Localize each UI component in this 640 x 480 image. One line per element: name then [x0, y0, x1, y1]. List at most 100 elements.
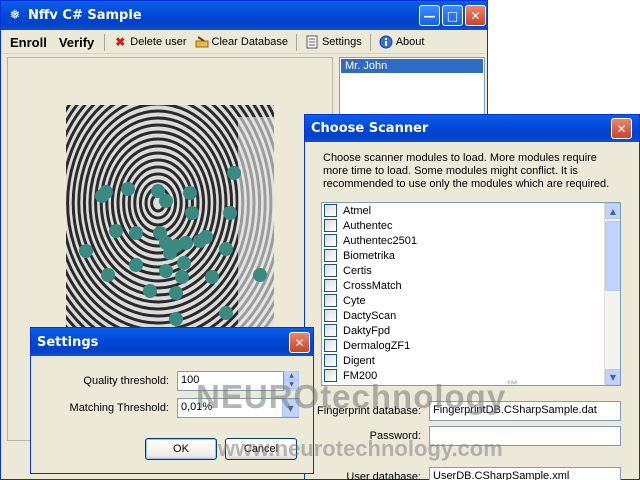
minutia-marker [219, 306, 233, 320]
minutia-marker [159, 194, 173, 208]
module-checkbox[interactable] [324, 264, 337, 277]
watermark-logo: NEUROtechnology™ [196, 378, 519, 416]
minutia-marker [121, 182, 135, 196]
scanner-module-item[interactable]: Cyte [322, 293, 620, 308]
module-label: Authentec [343, 219, 393, 232]
main-title: Nffv C# Sample [28, 8, 142, 23]
minutia-marker [199, 230, 213, 244]
toolbar-separator [104, 33, 106, 51]
module-checkbox[interactable] [324, 354, 337, 367]
module-checkbox[interactable] [324, 249, 337, 262]
minimize-button[interactable]: — [419, 5, 440, 26]
scanner-module-item[interactable]: Biometrika [322, 248, 620, 263]
scanner-description: Choose scanner modules to load. More mod… [323, 152, 610, 190]
module-checkbox[interactable] [324, 294, 337, 307]
about-button[interactable]: About [375, 35, 429, 49]
scroll-down-icon[interactable]: ▼ [605, 369, 620, 385]
minutia-marker [175, 270, 189, 284]
scanner-module-item[interactable]: DactyScan [322, 308, 620, 323]
verify-button[interactable]: Verify [53, 35, 100, 50]
delete-user-button[interactable]: ✖ Delete user [109, 35, 190, 49]
watermark-brand-a: NEURO [196, 378, 321, 415]
scanner-module-item[interactable]: Digent [322, 353, 620, 368]
user-db-input[interactable]: UserDB.CSharpSample.xml [429, 467, 621, 480]
about-label: About [395, 36, 425, 48]
matching-threshold-label: Matching Threshold: [69, 402, 169, 414]
minutia-marker [101, 268, 115, 282]
quality-threshold-label: Quality threshold: [83, 375, 169, 387]
main-titlebar[interactable]: ❅ Nffv C# Sample — □ ✕ [1, 1, 487, 30]
module-list-scrollbar[interactable]: ▲ ▼ [604, 203, 620, 385]
user-db-label: User database: [346, 471, 421, 480]
scroll-thumb[interactable] [605, 221, 620, 291]
scanner-module-item[interactable]: DermalogZF1 [322, 338, 620, 353]
choose-scanner-dialog: Choose Scanner ✕ Choose scanner modules … [304, 114, 640, 480]
settings-list-icon [305, 35, 319, 49]
minutia-marker [109, 224, 123, 238]
clear-database-button[interactable]: Clear Database [191, 35, 292, 49]
module-label: Biometrika [343, 249, 395, 262]
module-label: DaktyFpd [343, 324, 391, 337]
settings-label: Settings [321, 36, 362, 48]
module-checkbox[interactable] [324, 234, 337, 247]
scanner-module-item[interactable]: CrossMatch [322, 278, 620, 293]
minutia-marker [129, 226, 143, 240]
module-checkbox[interactable] [324, 339, 337, 352]
scroll-up-icon[interactable]: ▲ [605, 203, 620, 219]
minutia-marker [185, 206, 199, 220]
module-label: Certis [343, 264, 372, 277]
delete-icon: ✖ [115, 35, 126, 49]
scanner-module-item[interactable]: Authentec [322, 218, 620, 233]
settings-button[interactable]: Settings [301, 35, 366, 49]
minutia-marker [223, 206, 237, 220]
scanner-module-item[interactable]: DaktyFpd [322, 323, 620, 338]
module-checkbox[interactable] [324, 204, 337, 217]
module-checkbox[interactable] [324, 309, 337, 322]
toolbar-separator [369, 33, 371, 51]
minutia-marker [159, 264, 173, 278]
scanner-module-item[interactable]: Certis [322, 263, 620, 278]
broom-icon [195, 35, 209, 49]
scanner-titlebar[interactable]: Choose Scanner ✕ [305, 115, 639, 142]
user-list[interactable]: Mr. John [339, 57, 485, 117]
scanner-close-button[interactable]: ✕ [611, 118, 632, 139]
minutia-marker [79, 244, 93, 258]
module-label: DermalogZF1 [343, 339, 411, 352]
minutia-marker [227, 166, 241, 180]
maximize-button[interactable]: □ [442, 5, 463, 26]
user-list-item[interactable]: Mr. John [341, 59, 483, 73]
module-checkbox[interactable] [324, 324, 337, 337]
info-icon [379, 35, 393, 49]
watermark-trademark: ™ [506, 378, 520, 392]
minutia-marker [183, 186, 197, 200]
minutia-marker [163, 246, 177, 260]
minutia-marker [253, 268, 267, 282]
module-checkbox[interactable] [324, 279, 337, 292]
scanner-module-item[interactable]: Authentec2501 [322, 233, 620, 248]
toolbar-separator [295, 33, 297, 51]
enroll-button[interactable]: Enroll [4, 35, 53, 50]
minutia-marker [219, 242, 233, 256]
fingerprint-image [66, 105, 274, 337]
minutia-marker [169, 312, 183, 326]
minutia-marker [179, 236, 193, 250]
settings-titlebar[interactable]: Settings ✕ [31, 328, 313, 356]
scanner-module-list[interactable]: Atmel Authentec Authentec2501 Biometrika Cer… [321, 202, 621, 386]
clear-database-label: Clear Database [211, 36, 288, 48]
minutia-marker [129, 258, 143, 272]
module-checkbox[interactable] [324, 219, 337, 232]
delete-user-label: Delete user [130, 36, 187, 48]
module-label: Cyte [343, 294, 366, 307]
module-label: Authentec2501 [343, 234, 418, 247]
scanner-module-item[interactable]: Atmel [322, 203, 620, 218]
module-label: CrossMatch [343, 279, 402, 292]
module-label: Digent [343, 354, 375, 367]
watermark-url: www.neurotechnology.com [218, 436, 503, 461]
close-button[interactable]: ✕ [465, 5, 486, 26]
minutia-marker [143, 284, 157, 298]
settings-close-button[interactable]: ✕ [289, 332, 310, 353]
app-icon: ❅ [9, 7, 21, 23]
watermark-brand-b: technology [320, 378, 507, 415]
scanner-title: Choose Scanner [311, 121, 429, 136]
ok-button[interactable]: OK [145, 438, 217, 460]
